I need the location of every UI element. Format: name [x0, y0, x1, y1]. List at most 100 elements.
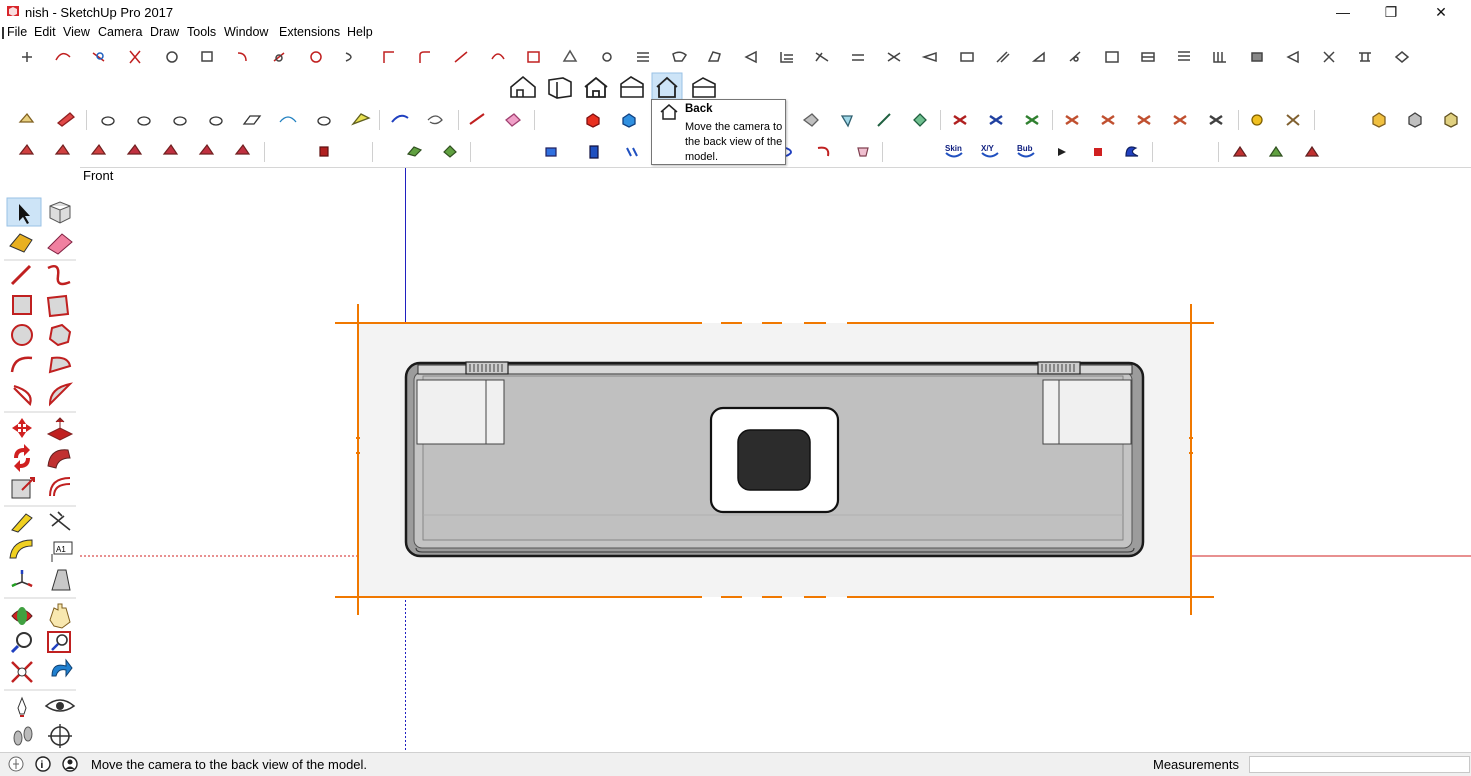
arc-icon[interactable]	[10, 356, 33, 373]
tb1-icon-9	[310, 51, 322, 63]
model-canvas	[80, 168, 1471, 753]
tb3-icon-5	[162, 143, 179, 155]
tb1-icon-15	[527, 51, 540, 63]
tb3-icon-8	[319, 146, 329, 157]
dimension-icon[interactable]	[49, 511, 71, 531]
two-point-arc-icon[interactable]	[13, 384, 32, 407]
menu-draw[interactable]: Draw	[150, 25, 179, 39]
offset-icon[interactable]	[49, 477, 71, 497]
user-account-icon[interactable]	[62, 756, 78, 772]
stop-icon	[1094, 148, 1102, 156]
bub-label[interactable]: Bub	[1017, 144, 1033, 153]
modeling-viewport[interactable]: Front	[80, 167, 1471, 753]
tb2-icon-2	[56, 112, 75, 127]
tb1-icon-22	[780, 52, 793, 63]
tb1-icon-35	[1251, 52, 1263, 62]
measurements-input[interactable]	[1249, 756, 1470, 773]
credits-info-icon[interactable]: i	[35, 756, 51, 772]
maximize-button[interactable]: ❐	[1368, 0, 1414, 24]
right-view-icon[interactable]	[620, 76, 644, 98]
three-point-arc-icon[interactable]	[48, 382, 74, 407]
rotated-rectangle-icon[interactable]	[46, 294, 70, 318]
minimize-button[interactable]: —	[1320, 0, 1366, 24]
tb2-icon-19	[877, 113, 891, 127]
tb2-icon-4	[137, 116, 151, 126]
tb2-icon-9	[317, 116, 331, 126]
push-pull-icon[interactable]	[46, 417, 74, 441]
tb3-icon-2	[54, 143, 71, 155]
enclosure-model	[404, 361, 1145, 558]
tb3-icon-7	[234, 143, 251, 155]
eraser-icon[interactable]	[47, 233, 73, 255]
pie-icon[interactable]	[48, 356, 72, 374]
menu-bar: File Edit View Camera Draw Tools Window …	[0, 24, 1471, 41]
zoom-icon[interactable]	[16, 632, 32, 648]
tb2-icon-13	[469, 113, 485, 125]
xy-label[interactable]: X/Y	[981, 144, 995, 153]
tb2-icon-3	[101, 116, 115, 126]
tb3-icon-12	[589, 145, 599, 159]
menu-extensions[interactable]: Extensions	[279, 25, 340, 39]
tb1-icon-31	[1105, 51, 1119, 63]
menu-camera[interactable]: Camera	[98, 25, 142, 39]
menu-edit[interactable]: Edit	[34, 25, 56, 39]
tb1-icon-16	[562, 49, 578, 62]
tb2-icon-6	[209, 116, 223, 126]
tb2-icon-21	[953, 114, 967, 126]
rectangle-icon[interactable]	[12, 295, 32, 315]
tb3-icon-20	[1304, 145, 1320, 157]
close-button[interactable]: ✕	[1418, 0, 1464, 24]
tape-measure-icon[interactable]	[11, 513, 33, 533]
tb2-icon-22	[989, 114, 1003, 126]
menu-view[interactable]: View	[63, 25, 90, 39]
top-view-icon[interactable]	[548, 77, 572, 99]
pan-icon[interactable]	[49, 603, 71, 629]
tb3-icon-10	[443, 145, 457, 158]
rotate-icon[interactable]	[14, 444, 30, 472]
tb1-icon-39	[1394, 51, 1410, 63]
follow-me-icon[interactable]	[47, 449, 71, 469]
position-camera-icon[interactable]	[17, 696, 27, 715]
status-message: Move the camera to the back view of the …	[91, 757, 368, 772]
tb3-icon-14	[785, 147, 792, 157]
tb1-icon-21	[744, 50, 757, 64]
back-view-tooltip: Back Move the camera to the back view of…	[651, 99, 786, 165]
measurements-label: Measurements	[1153, 757, 1239, 772]
paint-bucket-icon[interactable]	[9, 233, 33, 253]
tb2-icon-5	[173, 116, 187, 126]
previous-view-icon[interactable]	[51, 658, 73, 678]
move-icon[interactable]	[12, 418, 32, 438]
tb3-icon-4	[126, 143, 143, 155]
freehand-icon[interactable]	[47, 265, 71, 286]
tb2-icon-32	[1408, 112, 1422, 128]
polygon-icon[interactable]	[48, 323, 72, 347]
iso-view-icon[interactable]	[510, 75, 536, 98]
left-view-icon[interactable]	[692, 77, 716, 98]
tb2-icon-20	[913, 113, 927, 127]
svg-text:i: i	[41, 760, 44, 771]
component-icon[interactable]	[49, 201, 71, 224]
tb1-icon-36	[1286, 50, 1299, 64]
tb1-icon-19	[672, 51, 687, 62]
tb2-icon-18	[840, 115, 853, 128]
tb1-icon-27	[960, 52, 974, 62]
tb2-icon-25	[1101, 114, 1115, 126]
protractor-icon[interactable]	[9, 539, 33, 559]
3d-text-icon[interactable]	[51, 569, 71, 591]
walk-icon[interactable]	[13, 730, 23, 746]
tb2-icon-28	[1209, 114, 1223, 126]
geo-location-icon[interactable]	[8, 756, 24, 772]
status-bar: i Move the camera to the back view of th…	[0, 752, 1471, 776]
views-toolbar	[503, 72, 723, 102]
circle-icon[interactable]	[11, 324, 33, 346]
menu-window[interactable]: Window	[224, 25, 268, 39]
menu-tools[interactable]: Tools	[187, 25, 216, 39]
tb3-icon-11	[545, 147, 557, 157]
line-icon[interactable]	[10, 264, 32, 286]
menu-file[interactable]: File	[7, 25, 27, 39]
menu-help[interactable]: Help	[347, 25, 373, 39]
front-view-icon[interactable]	[584, 76, 608, 98]
tb2-icon-26	[1137, 114, 1151, 126]
skin-label[interactable]: Skin	[945, 144, 962, 153]
scale-icon[interactable]	[11, 479, 31, 499]
